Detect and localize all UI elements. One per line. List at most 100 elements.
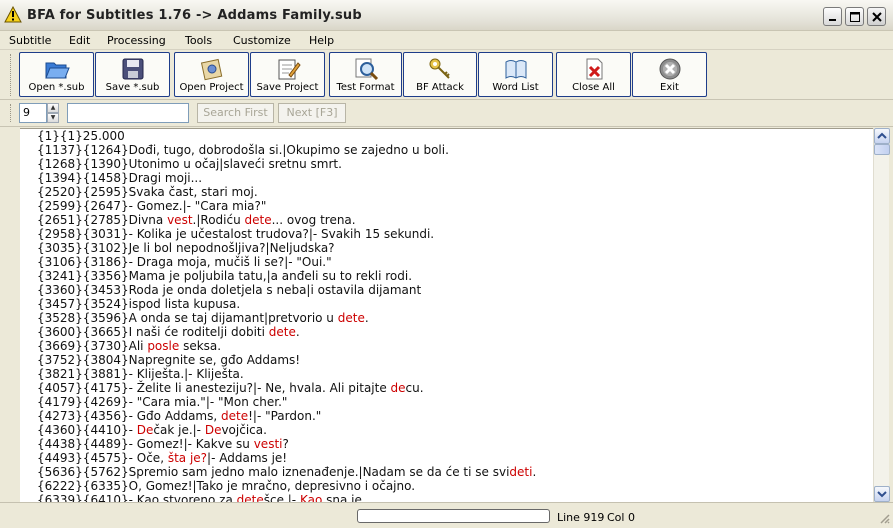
word-list-label: Word List <box>492 82 539 93</box>
search-input[interactable] <box>67 103 189 123</box>
search-bar-grip[interactable] <box>10 104 13 122</box>
toolbar-grip[interactable] <box>10 54 13 96</box>
open-project-icon <box>200 58 222 81</box>
menu-help[interactable]: Help <box>309 34 334 47</box>
line-text: {4493}{4575}- Oče, <box>37 451 168 465</box>
menu-customize[interactable]: Customize <box>233 34 291 47</box>
minimize-icon <box>829 19 836 21</box>
line-text: {2651}{2785}Divna <box>37 213 168 227</box>
menu-tools[interactable]: Tools <box>185 34 212 47</box>
subtitle-line[interactable]: {6222}{6335}O, Gomez!|Tako je mračno, de… <box>37 479 536 493</box>
subtitle-line[interactable]: {6339}{6410}- Kao stvoreno za detešce.|-… <box>37 493 536 502</box>
status-bar: Line 919 Col 0 <box>0 502 893 528</box>
menu-bar: Subtitle Edit Processing Tools Customize… <box>0 31 893 50</box>
search-first-button[interactable]: Search First <box>197 103 274 123</box>
magnifier-icon <box>355 58 378 81</box>
subtitle-line[interactable]: {4273}{4356}- Gđo Addams, dete!|- "Pardo… <box>37 409 536 423</box>
scroll-thumb[interactable] <box>874 144 890 155</box>
subtitle-line[interactable]: {3600}{3665}I naši će roditelji dobiti d… <box>37 325 536 339</box>
line-text: {3241}{3356}Mama je poljubila tatu,|a an… <box>37 269 413 283</box>
highlighted-word: vesti <box>253 437 283 451</box>
save-sub-button[interactable]: Save *.sub <box>95 52 170 97</box>
spin-buttons: ▲ ▼ <box>47 103 59 123</box>
scroll-up-button[interactable] <box>874 128 890 144</box>
highlighted-word: dete <box>244 213 272 227</box>
line-text: {2958}{3031}- Kolika je učestalost trudo… <box>37 227 435 241</box>
line-text: {4179}{4269}- "Cara mia."|- "Mon cher." <box>37 395 288 409</box>
subtitle-editor[interactable]: {1}{1}25.000 {1137}{1264}Dođi, tugo, dobr… <box>20 128 873 502</box>
subtitle-line[interactable]: {2520}{2595}Svaka čast, stari moj. <box>37 185 536 199</box>
line-text: {2520}{2595}Svaka čast, stari moj. <box>37 185 258 199</box>
line-text: ? <box>282 437 289 451</box>
open-sub-label: Open *.sub <box>28 82 85 93</box>
subtitle-line[interactable]: {1394}{1458}Dragi moji... <box>37 171 536 185</box>
search-bar: 9 ▲ ▼ Search First Next [F3] <box>0 100 893 127</box>
highlighted-word: Kao <box>299 493 323 502</box>
line-spin-input[interactable]: 9 <box>19 103 47 123</box>
open-project-button[interactable]: Open Project <box>174 52 249 97</box>
menu-processing[interactable]: Processing <box>107 34 166 47</box>
highlighted-word: dete <box>236 493 264 502</box>
line-text: šce.|- <box>263 493 300 502</box>
vertical-scrollbar[interactable] <box>873 128 890 502</box>
highlighted-word: dete <box>268 325 296 339</box>
highlighted-word: De <box>136 423 154 437</box>
subtitle-line[interactable]: {3821}{3881}- Kliješta.|- Kliješta. <box>37 367 536 381</box>
subtitle-line[interactable]: {2651}{2785}Divna vest.|Rodiću dete... o… <box>37 213 536 227</box>
subtitle-line[interactable]: {4493}{4575}- Oče, šta je?|- Addams je! <box>37 451 536 465</box>
minimize-button[interactable] <box>823 7 842 26</box>
subtitle-line[interactable]: {3360}{3453}Roda je onda doletjela s neb… <box>37 283 536 297</box>
scroll-down-button[interactable] <box>874 486 890 502</box>
subtitle-line[interactable]: {1268}{1390}Utonimo u očaj|slaveći sretn… <box>37 157 536 171</box>
subtitle-line[interactable]: {1137}{1264}Dođi, tugo, dobrodošla si.|O… <box>37 143 536 157</box>
line-text: {4360}{4410}- <box>37 423 137 437</box>
open-project-label: Open Project <box>179 82 244 93</box>
subtitle-line[interactable]: {4057}{4175}- Želite li anesteziju?|- Ne… <box>37 381 536 395</box>
highlighted-word: deti <box>509 465 533 479</box>
line-text: {1}{1}25.000 <box>37 129 125 143</box>
close-all-button[interactable]: Close All <box>556 52 631 97</box>
subtitle-line[interactable]: {3241}{3356}Mama je poljubila tatu,|a an… <box>37 269 536 283</box>
line-text: {1137}{1264}Dođi, tugo, dobrodošla si.|O… <box>37 143 449 157</box>
line-text: {2599}{2647}- Gomez.|- "Cara mia?" <box>37 199 267 213</box>
maximize-button[interactable] <box>845 7 864 26</box>
bf-attack-button[interactable]: BF Attack <box>403 52 477 97</box>
subtitle-line[interactable]: {4438}{4489}- Gomez!|- Kakve su vesti? <box>37 437 536 451</box>
subtitle-line[interactable]: {1}{1}25.000 <box>37 129 536 143</box>
spin-up-button[interactable]: ▲ <box>47 103 59 113</box>
save-project-icon <box>278 59 301 80</box>
next-button[interactable]: Next [F3] <box>278 103 346 123</box>
window-title: BFA for Subtitles 1.76 -> Addams Family.… <box>27 8 362 23</box>
exit-button[interactable]: Exit <box>632 52 707 97</box>
line-text: {3457}{3524}ispod lista kupusa. <box>37 297 241 311</box>
subtitle-line[interactable]: {3528}{3596}A onda se taj dijamant|pretv… <box>37 311 536 325</box>
close-window-button[interactable] <box>867 7 886 26</box>
subtitle-lines: {1}{1}25.000 {1137}{1264}Dođi, tugo, dobr… <box>37 129 536 502</box>
test-format-button[interactable]: Test Format <box>329 52 402 97</box>
subtitle-line[interactable]: {3457}{3524}ispod lista kupusa. <box>37 297 536 311</box>
subtitle-line[interactable]: {4179}{4269}- "Cara mia."|- "Mon cher." <box>37 395 536 409</box>
subtitle-line[interactable]: {3106}{3186}- Draga moja, mučiš li se?|-… <box>37 255 536 269</box>
chevron-down-icon <box>877 491 887 498</box>
highlighted-word: vest <box>167 213 193 227</box>
maximize-icon <box>850 12 860 22</box>
subtitle-line[interactable]: {3752}{3804}Napregnite se, gđo Addams! <box>37 353 536 367</box>
line-text: .|Rodiću <box>192 213 245 227</box>
subtitle-line[interactable]: {2599}{2647}- Gomez.|- "Cara mia?" <box>37 199 536 213</box>
word-list-button[interactable]: Word List <box>478 52 553 97</box>
subtitle-line[interactable]: {2958}{3031}- Kolika je učestalost trudo… <box>37 227 536 241</box>
subtitle-line[interactable]: {4360}{4410}- Dečak je.|- Devojčica. <box>37 423 536 437</box>
menu-edit[interactable]: Edit <box>69 34 90 47</box>
save-project-button[interactable]: Save Project <box>250 52 325 97</box>
subtitle-line[interactable]: {5636}{5762}Spremio sam jedno malo iznen… <box>37 465 536 479</box>
spin-down-button[interactable]: ▼ <box>47 113 59 123</box>
line-text: {3360}{3453}Roda je onda doletjela s neb… <box>37 283 422 297</box>
title-bar[interactable]: BFA for Subtitles 1.76 -> Addams Family.… <box>0 0 893 31</box>
line-text: {3106}{3186}- Draga moja, mučiš li se?|-… <box>37 255 332 269</box>
menu-subtitle[interactable]: Subtitle <box>9 34 51 47</box>
subtitle-line[interactable]: {3035}{3102}Je li bol nepodnošljiva?|Nel… <box>37 241 536 255</box>
subtitle-line[interactable]: {3669}{3730}Ali posle seksa. <box>37 339 536 353</box>
save-sub-label: Save *.sub <box>105 82 160 93</box>
open-sub-button[interactable]: Open *.sub <box>19 52 94 97</box>
resize-grip-icon[interactable] <box>878 512 890 524</box>
